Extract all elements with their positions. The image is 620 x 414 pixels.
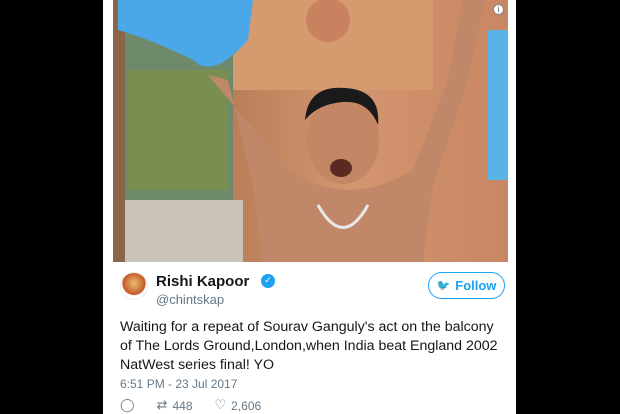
tweet-timestamp[interactable]: 6:51 PM - 23 Jul 2017 <box>120 377 237 391</box>
author-name[interactable]: Rishi Kapoor <box>156 273 249 290</box>
follow-label: Follow <box>455 278 497 293</box>
tweet-photo[interactable]: i <box>113 0 508 262</box>
like-count: 2,606 <box>231 398 262 413</box>
reply-action[interactable]: ◯ <box>120 398 135 413</box>
left-pillar <box>113 0 125 262</box>
twitter-bird-icon: 🐦 <box>436 279 451 292</box>
window-frame <box>123 200 243 262</box>
window-tree <box>128 70 228 190</box>
right-banner <box>488 30 508 180</box>
photo-illustration <box>113 0 508 262</box>
follow-button[interactable]: 🐦 Follow <box>428 272 505 299</box>
carving-lion <box>306 0 350 42</box>
heart-icon: ♡ <box>214 398 227 413</box>
reply-icon: ◯ <box>120 398 135 413</box>
tweet-text: Waiting for a repeat of Sourav Ganguly's… <box>120 319 498 373</box>
like-action[interactable]: ♡ 2,606 <box>215 398 262 413</box>
author-handle[interactable]: @chintskap <box>156 292 224 307</box>
retweet-icon: ⇄ <box>156 398 168 413</box>
retweet-count: 448 <box>172 398 193 413</box>
avatar[interactable] <box>120 272 148 300</box>
tweet-card: i Rishi Kapoor ✓ @chintskap 🐦 Follow Wai… <box>103 0 516 414</box>
tweet-actions: ◯ ⇄ 448 ♡ 2,606 <box>120 398 283 413</box>
info-icon[interactable]: i <box>493 4 504 15</box>
tweet-header: Rishi Kapoor ✓ @chintskap 🐦 Follow <box>120 270 505 310</box>
retweet-action[interactable]: ⇄ 448 <box>157 398 193 413</box>
verified-badge-icon: ✓ <box>261 274 275 288</box>
person-mouth <box>330 159 352 177</box>
